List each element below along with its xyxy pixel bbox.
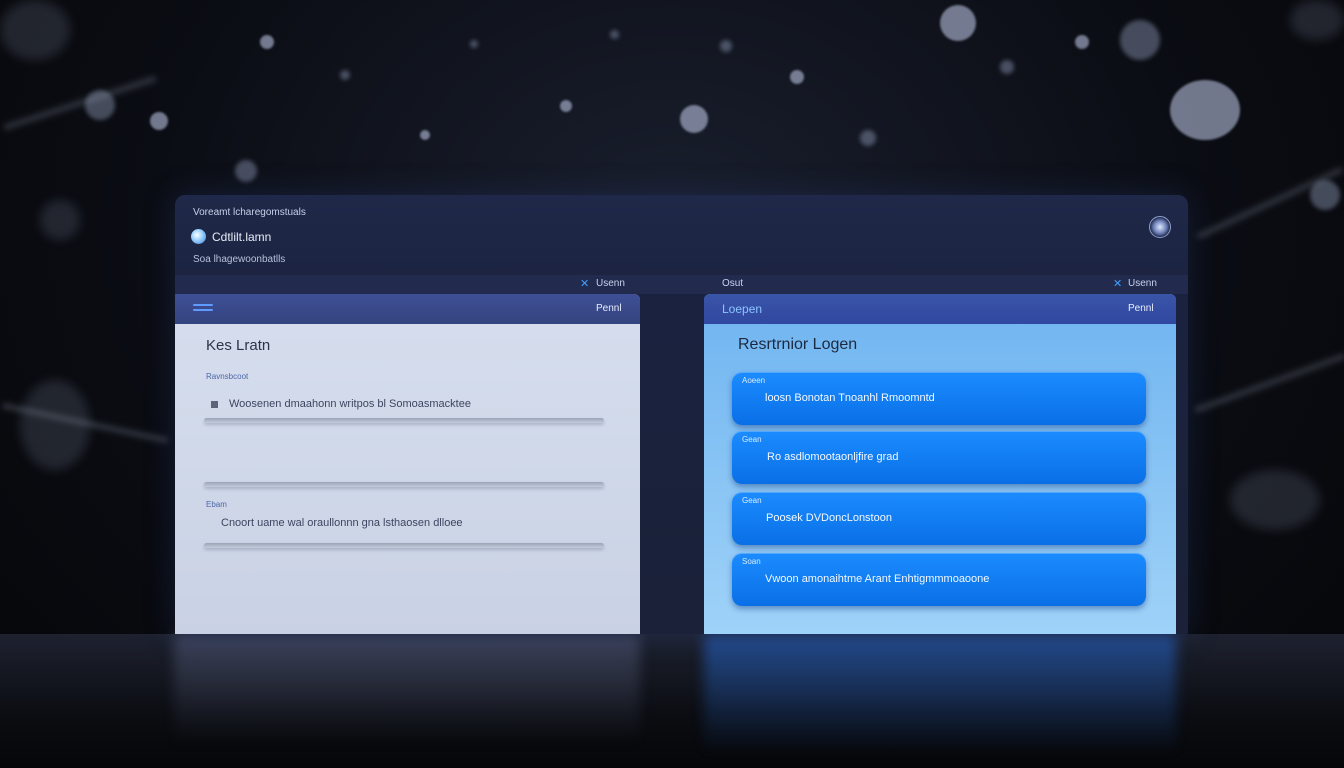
left-reflection (174, 634, 640, 744)
right-panel: Loepen Pennl Resrtrnior Logen Aoeen loos… (704, 294, 1176, 634)
app-logo-row[interactable]: Cdtlilt.lamn (191, 229, 271, 244)
right-panel-action[interactable]: Pennl (1128, 303, 1154, 314)
window-subtitle-bottom: Soa lhagewoonbatlls (193, 254, 286, 265)
tab-middle[interactable]: Osut (722, 278, 743, 289)
bullet-icon (211, 401, 218, 408)
tab-bar: ✕ Usenn Osut ✕ Usenn (175, 275, 1188, 294)
section-label: Ravnsbcoot (206, 372, 249, 381)
card-text: Poosek DVDoncLonstoon (766, 512, 892, 524)
section-label: Ebam (206, 500, 227, 509)
left-panel-title: Kes Lratn (206, 337, 271, 354)
app-name: Cdtlilt.lamn (212, 229, 272, 244)
divider (204, 482, 604, 487)
left-panel-action[interactable]: Pennl (596, 303, 622, 314)
option-card[interactable]: Soan Vwoon amonaihtme Arant Enhtigmmmoao… (732, 553, 1146, 606)
card-text: Vwoon amonaihtme Arant Enhtigmmmoaoone (765, 573, 990, 585)
user-avatar[interactable] (1149, 216, 1171, 238)
tab-close-icon[interactable]: ✕ (1113, 277, 1122, 290)
card-label: Soan (742, 557, 761, 566)
card-text: loosn Bonotan Tnoanhl Rmoomntd (765, 392, 935, 404)
right-panel-header-title: Loepen (722, 302, 763, 316)
option-card[interactable]: Gean Poosek DVDoncLonstoon (732, 492, 1146, 545)
divider (204, 418, 604, 423)
app-window: Voreamt lcharegomstuals Cdtlilt.lamn Soa… (175, 195, 1188, 634)
left-panel: Pennl Kes Lratn Ravnsbcoot Woosenen dmaa… (175, 294, 640, 634)
right-panel-header: Loepen Pennl (704, 294, 1176, 324)
tab-right[interactable]: Usenn (1128, 278, 1157, 289)
divider (204, 543, 604, 548)
menu-icon[interactable] (193, 304, 213, 314)
right-reflection (704, 634, 1176, 754)
card-label: Aoeen (742, 376, 766, 385)
title-bar: Voreamt lcharegomstuals Cdtlilt.lamn Soa… (175, 195, 1188, 275)
list-item[interactable]: Woosenen dmaahonn writpos bl Somoasmackt… (229, 398, 471, 410)
card-label: Gean (742, 435, 762, 444)
option-card[interactable]: Gean Ro asdlomootaonljfire grad (732, 431, 1146, 484)
tab-left[interactable]: Usenn (596, 278, 625, 289)
tab-close-icon[interactable]: ✕ (580, 277, 589, 290)
card-label: Gean (742, 496, 762, 505)
list-item[interactable]: Cnoort uame wal oraullonnn gna lsthaosen… (221, 517, 463, 529)
card-text: Ro asdlomootaonljfire grad (767, 451, 899, 463)
left-panel-header: Pennl (175, 294, 640, 324)
right-panel-title: Resrtrnior Logen (738, 336, 858, 353)
app-logo-icon (191, 229, 206, 244)
option-card[interactable]: Aoeen loosn Bonotan Tnoanhl Rmoomntd (732, 372, 1146, 425)
window-subtitle-top: Voreamt lcharegomstuals (193, 207, 306, 218)
